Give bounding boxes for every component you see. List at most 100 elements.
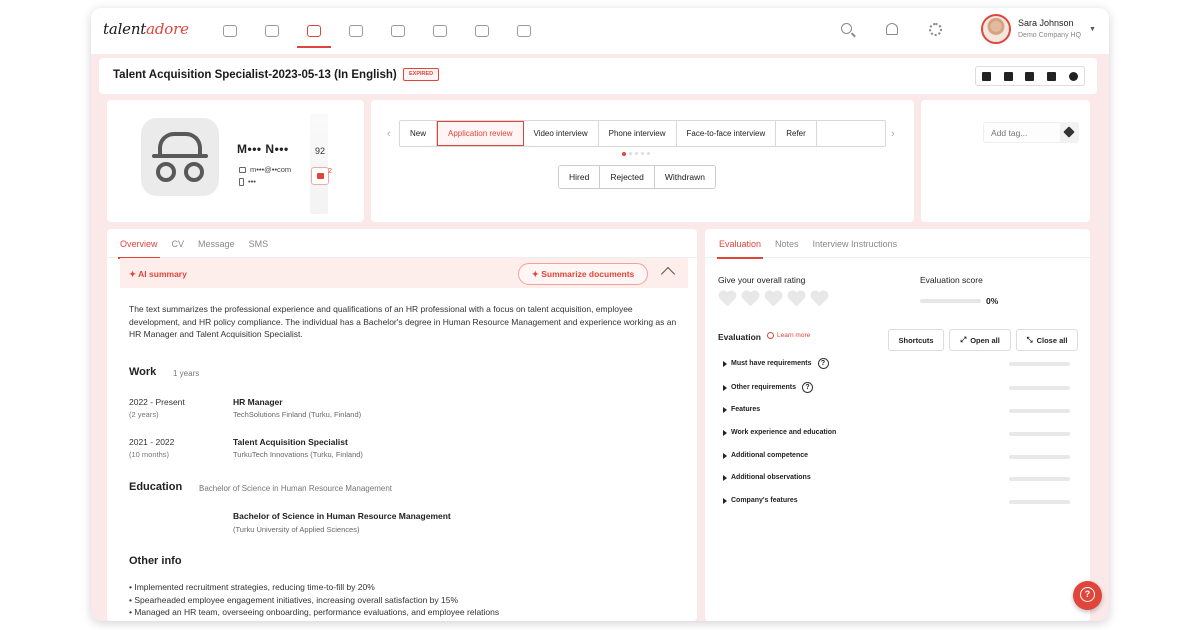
criteria-additional-observations[interactable]: Additional observations	[723, 474, 811, 481]
collapse-icon: ⤡	[1026, 335, 1033, 344]
shortcuts-button[interactable]: Shortcuts	[888, 329, 944, 351]
work-role: Talent Acquisition Specialist	[233, 437, 348, 447]
hired-button[interactable]: Hired	[559, 166, 601, 188]
candidates-icon[interactable]	[293, 8, 335, 54]
badge-count: 2	[328, 168, 332, 175]
tab-notes[interactable]: Notes	[775, 229, 799, 258]
criteria-bar	[1009, 455, 1070, 459]
pager-dot[interactable]	[629, 152, 632, 155]
share-user-icon[interactable]	[1041, 67, 1063, 85]
learn-more-link[interactable]: Learn more	[767, 332, 810, 339]
work-role: HR Manager	[233, 397, 283, 407]
help-icon[interactable]: ?	[817, 358, 829, 369]
other-info-list: Implemented recruitment strategies, redu…	[129, 581, 677, 619]
tab-overview[interactable]: Overview	[118, 229, 160, 259]
criteria-other-requirements[interactable]: Other requirements?	[723, 382, 813, 393]
chevron-left-icon[interactable]: ‹	[387, 128, 391, 140]
calendar-icon[interactable]	[335, 8, 377, 54]
briefcase-icon[interactable]	[251, 8, 293, 54]
logo-text-accent: adore	[146, 20, 189, 38]
evaluation-tabs: Evaluation Notes Interview Instructions	[705, 229, 1090, 259]
stage-face-to-face-interview[interactable]: Face-to-face interview	[676, 121, 777, 146]
evaluation-score-value: 0%	[986, 296, 999, 306]
evaluation-section-label: Evaluation	[718, 332, 761, 342]
chart-icon[interactable]	[377, 8, 419, 54]
work-heading: Work	[129, 366, 157, 378]
copy-icon[interactable]	[998, 67, 1020, 85]
stage-application-review[interactable]: Application review	[437, 121, 524, 146]
heart-icon[interactable]	[741, 291, 760, 307]
tab-interview-instructions[interactable]: Interview Instructions	[813, 229, 898, 258]
user-menu[interactable]: Sara Johnson Demo Company HQ ▼	[979, 14, 1105, 48]
expand-icon: ⤢	[960, 335, 967, 344]
open-all-button[interactable]: ⤢ Open all	[949, 329, 1011, 351]
tab-evaluation[interactable]: Evaluation	[716, 229, 764, 259]
mail-icon	[239, 166, 246, 173]
education-heading: Education	[129, 481, 183, 493]
withdrawn-button[interactable]: Withdrawn	[654, 166, 716, 188]
print-icon[interactable]	[976, 67, 998, 85]
stage-new[interactable]: New	[400, 121, 438, 146]
candidate-phone-row: •••	[239, 177, 256, 186]
home-icon[interactable]	[209, 8, 251, 54]
education-school: (Turku University of Applied Sciences)	[233, 525, 360, 534]
heart-icon[interactable]	[810, 291, 829, 307]
chevron-right-icon[interactable]: ›	[891, 128, 895, 140]
other-info-heading: Other info	[129, 555, 182, 567]
talentadore-logo[interactable]: talentadore	[103, 20, 189, 38]
ai-summary-label: ✦ AI summary	[129, 269, 187, 279]
work-org: TurkuTech Innovations (Turku, Finland)	[233, 450, 363, 459]
summarize-documents-button[interactable]: ✦ Summarize documents	[518, 263, 648, 285]
criteria-company-features[interactable]: Company's features	[723, 497, 798, 504]
criteria-must-have[interactable]: Must have requirements?	[723, 358, 829, 369]
criteria-bar	[1009, 432, 1070, 436]
candidate-email[interactable]: m•••@••com	[250, 165, 291, 174]
ai-summary-bar: ✦ AI summary ✦ Summarize documents	[120, 258, 688, 288]
candidate-phone[interactable]: •••	[248, 177, 256, 186]
chevron-up-icon[interactable]	[660, 266, 676, 282]
stage-tracker: New Application review Video interview P…	[399, 120, 886, 147]
rating-hearts[interactable]	[718, 291, 829, 307]
help-button[interactable]	[1073, 581, 1102, 610]
criteria-features[interactable]: Features	[723, 406, 760, 413]
pager-dot[interactable]	[641, 152, 644, 155]
heart-icon[interactable]	[787, 291, 806, 307]
help-icon[interactable]: ?	[801, 382, 813, 393]
tags-card	[921, 100, 1090, 222]
work-duration: (2 years)	[129, 410, 159, 419]
pager-dot[interactable]	[635, 152, 638, 155]
evaluation-score-bar	[920, 299, 981, 303]
heart-icon[interactable]	[718, 291, 737, 307]
stage-refer[interactable]: Refer	[776, 121, 817, 146]
tab-cv[interactable]: CV	[172, 229, 185, 258]
evaluation-score-label: Evaluation score	[920, 275, 983, 285]
stage-phone-interview[interactable]: Phone interview	[598, 121, 677, 146]
bell-icon[interactable]	[883, 21, 901, 39]
search-icon[interactable]	[839, 21, 857, 39]
rejected-button[interactable]: Rejected	[600, 166, 655, 188]
badge-icon[interactable]	[311, 167, 329, 185]
network-icon[interactable]	[503, 8, 545, 54]
ai-summary-text: The text summarizes the professional exp…	[129, 304, 677, 339]
pager-dot[interactable]	[647, 152, 650, 155]
criteria-bar	[1009, 500, 1070, 504]
tag-icon[interactable]	[1060, 122, 1079, 143]
close-all-button[interactable]: ⤡ Close all	[1016, 329, 1078, 351]
utility-icons	[839, 21, 945, 39]
list-item: Implemented recruitment strategies, redu…	[129, 581, 677, 594]
badge-icon[interactable]	[461, 8, 503, 54]
chevron-down-icon: ▼	[1089, 26, 1096, 33]
pager-dot[interactable]	[622, 151, 626, 156]
forward-icon[interactable]	[1019, 67, 1041, 85]
criteria-bar	[1009, 477, 1070, 481]
work-org: TechSolutions Finland (Turku, Finland)	[233, 410, 362, 419]
criteria-additional-competence[interactable]: Additional competence	[723, 452, 808, 459]
gear-icon[interactable]	[927, 21, 945, 39]
tab-message[interactable]: Message	[198, 229, 235, 258]
close-icon[interactable]	[1062, 67, 1084, 85]
stage-video-interview[interactable]: Video interview	[523, 121, 599, 146]
heart-icon[interactable]	[764, 291, 783, 307]
tab-sms[interactable]: SMS	[249, 229, 269, 258]
diamond-icon[interactable]	[419, 8, 461, 54]
criteria-work-experience[interactable]: Work experience and education	[723, 429, 836, 436]
